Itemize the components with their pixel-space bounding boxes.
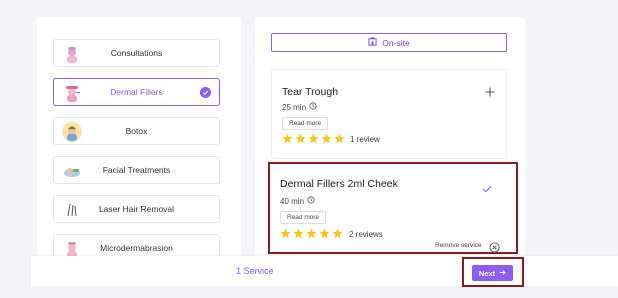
star-icon: [282, 133, 293, 144]
clock-icon: [309, 102, 317, 112]
remove-service-icon[interactable]: [489, 240, 500, 257]
star-icon: [308, 133, 319, 144]
service-duration: 40 min: [280, 196, 315, 206]
clock-icon: [307, 196, 315, 206]
category-laser-hair-removal[interactable]: Laser Hair Removal: [53, 195, 220, 223]
review-count: 1 review: [350, 135, 380, 144]
service-count: 1 Service: [236, 266, 274, 276]
star-icon: [293, 228, 304, 239]
read-more-button[interactable]: Read more: [282, 117, 329, 130]
star-icon: [332, 228, 343, 239]
consultation-avatar-icon: [62, 44, 82, 64]
next-label: Next: [478, 268, 496, 278]
checkmark-icon: [482, 180, 492, 198]
category-botox[interactable]: Botox: [53, 117, 220, 145]
category-facial-treatments[interactable]: Facial Treatments: [53, 156, 220, 184]
footer-bar: 1 Service: [31, 256, 618, 286]
service-duration: 25 min: [282, 102, 317, 112]
building-icon: [368, 37, 377, 48]
service-card-tear-trough[interactable]: Tear Trough 25 min Read more 1 review: [271, 69, 507, 159]
on-site-label: On-site: [382, 37, 410, 48]
category-panel: Consultations Dermal Fillers Botox Facia…: [37, 17, 241, 257]
microdermabrasion-avatar-icon: [62, 239, 82, 257]
service-panel: On-site Tear Trough 25 min Read more 1 r…: [255, 17, 525, 257]
category-microdermabrasion[interactable]: Microdermabrasion: [53, 234, 220, 257]
star-rating: [280, 228, 343, 239]
plus-icon[interactable]: [484, 85, 496, 103]
on-site-button[interactable]: On-site: [271, 33, 507, 52]
service-card-dermal-fillers-2ml-cheek[interactable]: Dermal Fillers 2ml Cheek 40 min Read mor…: [268, 162, 518, 254]
star-icon: [319, 228, 330, 239]
next-button[interactable]: Next: [472, 265, 513, 281]
star-icon: [334, 133, 345, 144]
category-consultations[interactable]: Consultations: [53, 39, 220, 67]
service-name: Dermal Fillers 2ml Cheek: [280, 178, 398, 190]
facial-treatment-avatar-icon: [62, 161, 82, 181]
next-button-highlight: Next: [462, 257, 524, 287]
laser-hair-removal-icon: [62, 200, 82, 220]
dermal-fillers-avatar-icon: [62, 83, 82, 103]
star-icon: [321, 133, 332, 144]
arrow-right-icon: [499, 269, 506, 278]
category-dermal-fillers[interactable]: Dermal Fillers: [53, 78, 220, 106]
review-count: 2 reviews: [349, 230, 383, 239]
read-more-button[interactable]: Read more: [280, 211, 327, 224]
star-icon: [280, 228, 291, 239]
service-name: Tear Trough: [282, 86, 339, 98]
checkmark-icon: [200, 87, 211, 98]
star-rating: [282, 133, 345, 144]
star-icon: [306, 228, 317, 239]
remove-service-label[interactable]: Remove service: [435, 242, 482, 249]
star-icon: [295, 133, 306, 144]
botox-avatar-icon: [62, 122, 82, 142]
